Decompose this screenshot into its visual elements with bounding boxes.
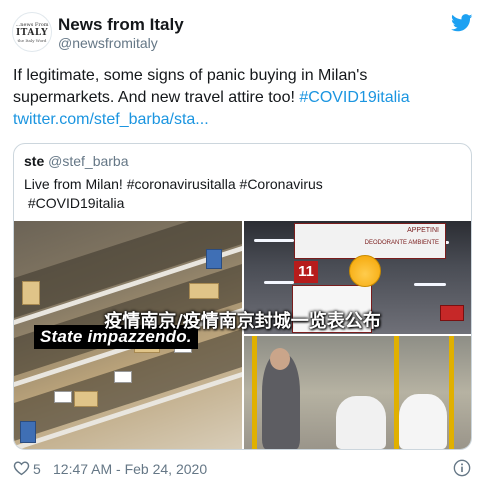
- heart-icon[interactable]: [13, 460, 30, 476]
- twitter-bird-icon[interactable]: [451, 14, 473, 32]
- quoted-media-grid[interactable]: State impazzendo. APPETINI DEODORANTE AM…: [14, 221, 471, 449]
- tweet-timestamp[interactable]: 12:47 AM - Feb 24, 2020: [53, 461, 207, 477]
- info-icon[interactable]: [453, 459, 471, 477]
- quoted-header: ste @stef_barba: [24, 153, 129, 169]
- tweet-url-link[interactable]: twitter.com/stef_barba/sta...: [13, 111, 209, 128]
- metro-sign-text-1: APPETINI: [407, 227, 439, 234]
- metro-sign-text-2: DEODORANTE AMBIENTE: [364, 240, 439, 246]
- exploding-head-emoji-icon: [349, 255, 381, 287]
- quoted-text-line2: #COVID19italia: [27, 195, 125, 211]
- media-photo-train[interactable]: [244, 336, 471, 449]
- media-photo-shelves[interactable]: State impazzendo.: [14, 221, 242, 449]
- metro-line-number: 11: [294, 261, 318, 283]
- like-count[interactable]: 5: [33, 461, 41, 477]
- tweet-card: ...news From ITALY the Italy Word News f…: [0, 0, 485, 482]
- quoted-text-line1: Live from Milan! #coronavirusitalla #Cor…: [24, 176, 323, 192]
- media-overlay-text: 疫情南京/疫情南京封城一览表公布: [104, 311, 381, 332]
- quoted-text: Live from Milan! #coronavirusitalla #Cor…: [24, 175, 464, 213]
- tweet-text: If legitimate, some signs of panic buyin…: [13, 65, 473, 131]
- author-handle[interactable]: @newsfromitaly: [58, 35, 158, 51]
- avatar-line3: the Italy Word: [17, 37, 47, 43]
- quoted-tweet[interactable]: ste @stef_barba Live from Milan! #corona…: [13, 143, 472, 450]
- author-name[interactable]: News from Italy: [58, 15, 184, 35]
- avatar-line2: ITALY: [15, 27, 49, 38]
- hashtag-link[interactable]: #COVID19italia: [299, 89, 409, 106]
- quoted-author-handle: @stef_barba: [48, 153, 129, 169]
- quoted-author-name: ste: [24, 153, 45, 169]
- avatar[interactable]: ...news From ITALY the Italy Word: [12, 12, 52, 52]
